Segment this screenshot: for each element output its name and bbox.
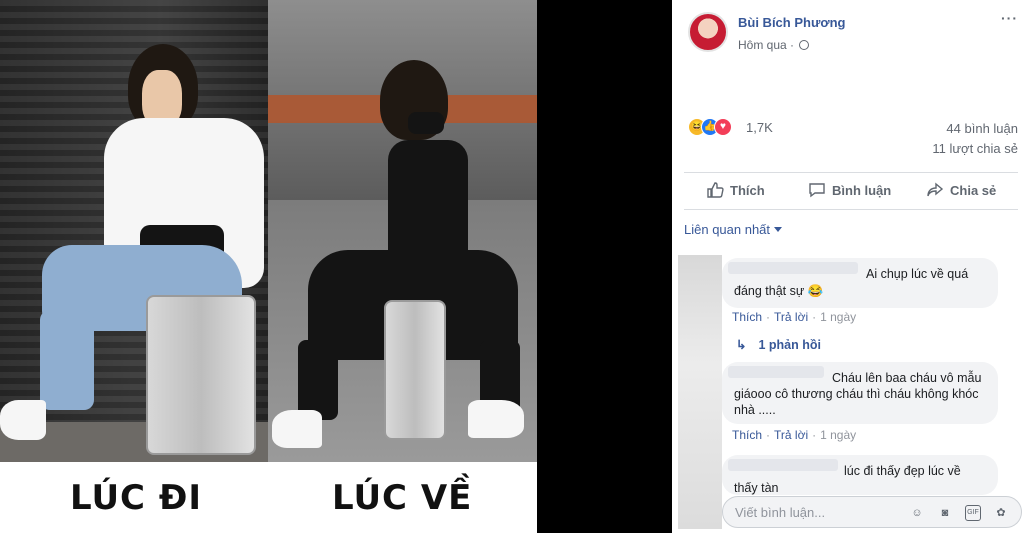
view-replies-link[interactable]: ↳ 1 phản hồi bbox=[736, 337, 821, 352]
comment-reply-link[interactable]: Trả lời bbox=[774, 428, 808, 442]
blurred-avatars bbox=[678, 255, 722, 529]
figure-shoe-left bbox=[272, 410, 322, 448]
comment-icon bbox=[809, 183, 825, 198]
comment-text: Ai chụp lúc về quá đáng thật sự 😂 bbox=[734, 267, 969, 298]
comment-input[interactable]: Viết bình luận... bbox=[735, 505, 825, 520]
comment-composer[interactable]: Viết bình luận... ☺ ◙ GIF ✿ bbox=[722, 496, 1022, 528]
figure-shoe bbox=[0, 400, 46, 440]
author-avatar[interactable] bbox=[688, 12, 728, 52]
author-name[interactable]: Bùi Bích Phương bbox=[738, 15, 846, 30]
share-icon bbox=[927, 182, 944, 197]
photo-departure bbox=[0, 0, 268, 462]
comment-text: lúc đi thấy đẹp lúc về thấy tàn bbox=[734, 464, 961, 495]
reply-arrow-icon: ↳ bbox=[736, 338, 747, 352]
camera-icon[interactable]: ◙ bbox=[937, 505, 953, 521]
love-icon: ♥ bbox=[714, 118, 732, 136]
share-button[interactable]: Chia sẻ bbox=[926, 173, 996, 209]
reaction-count[interactable]: 1,7K bbox=[746, 120, 773, 135]
comment-reply-link[interactable]: Trả lời bbox=[774, 310, 808, 324]
comment-sort-dropdown[interactable]: Liên quan nhất bbox=[684, 222, 783, 237]
post-sidebar: Bùi Bích Phương Hôm qua · ··· 😆 👍 ♥ 1,7K… bbox=[672, 0, 1030, 533]
post-header: Bùi Bích Phương Hôm qua · ··· bbox=[688, 10, 1018, 58]
share-label: Chia sẻ bbox=[950, 183, 997, 198]
caption-departure: LÚC ĐI bbox=[70, 478, 202, 518]
post-time-text: Hôm qua · bbox=[738, 38, 795, 52]
photo-return bbox=[268, 0, 537, 462]
figure-top bbox=[388, 140, 468, 260]
share-count[interactable]: 11 lượt chia sẻ bbox=[932, 141, 1018, 156]
globe-icon bbox=[799, 40, 810, 50]
comment-actions: Thích · Trả lời · 1 ngày bbox=[732, 310, 857, 324]
comment-label: Bình luận bbox=[832, 183, 892, 198]
figure-leg-left bbox=[298, 340, 338, 420]
comment-bubble: Ai chụp lúc về quá đáng thật sự 😂 bbox=[722, 258, 998, 308]
emoji-icon[interactable]: ☺ bbox=[909, 505, 925, 521]
sort-label: Liên quan nhất bbox=[684, 222, 771, 237]
comment-time[interactable]: 1 ngày bbox=[820, 428, 856, 442]
comment-like-link[interactable]: Thích bbox=[732, 428, 762, 442]
suitcase bbox=[384, 300, 446, 440]
figure-shoe-right bbox=[468, 400, 524, 438]
post-actions: Thích Bình luận Chia sẻ bbox=[684, 172, 1018, 210]
like-label: Thích bbox=[730, 183, 765, 198]
viewer-backdrop bbox=[537, 0, 672, 533]
suitcase bbox=[146, 295, 256, 455]
comment-time[interactable]: 1 ngày bbox=[820, 310, 856, 324]
figure-mask bbox=[408, 112, 444, 134]
post-timestamp[interactable]: Hôm qua · bbox=[738, 38, 810, 52]
comment-button[interactable]: Bình luận bbox=[808, 173, 891, 209]
screenshot-root: LÚC ĐI LÚC VỀ Bùi Bích Phương Hôm qua · … bbox=[0, 0, 1030, 533]
like-button[interactable]: Thích bbox=[706, 173, 765, 209]
sticker-icon[interactable]: ✿ bbox=[993, 505, 1009, 521]
caret-down-icon bbox=[774, 227, 783, 232]
comment-bubble: lúc đi thấy đẹp lúc về thấy tàn bbox=[722, 455, 998, 495]
gif-icon[interactable]: GIF bbox=[965, 505, 981, 521]
reactions-summary: 😆 👍 ♥ 1,7K 44 bình luận 11 lượt chia sẻ bbox=[688, 118, 1018, 168]
comment-actions: Thích · Trả lời · 1 ngày bbox=[732, 428, 857, 442]
replies-count: 1 phản hồi bbox=[758, 338, 821, 352]
thumbs-up-icon bbox=[707, 182, 724, 198]
post-photo[interactable]: LÚC ĐI LÚC VỀ bbox=[0, 0, 537, 533]
comment-text: Cháu lên baa cháu vô mẫu giáooo cô thươn… bbox=[734, 371, 982, 417]
caption-return: LÚC VỀ bbox=[332, 478, 473, 518]
comment-like-link[interactable]: Thích bbox=[732, 310, 762, 324]
comment-count[interactable]: 44 bình luận bbox=[946, 121, 1018, 136]
figure-leg bbox=[40, 310, 94, 410]
more-options-icon[interactable]: ··· bbox=[1001, 10, 1018, 26]
comment-bubble: Cháu lên baa cháu vô mẫu giáooo cô thươn… bbox=[722, 362, 998, 424]
